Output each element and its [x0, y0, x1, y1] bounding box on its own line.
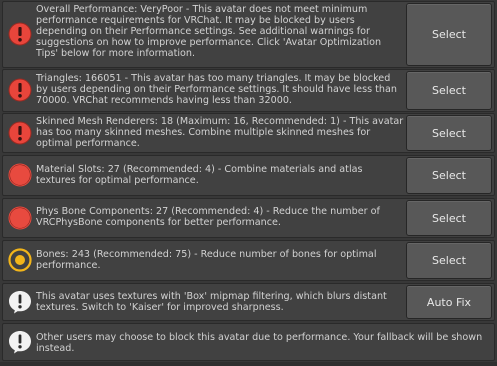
select-button[interactable]: Select — [406, 157, 492, 194]
auto-fix-button[interactable]: Auto Fix — [406, 285, 492, 319]
select-button[interactable]: Select — [406, 242, 492, 279]
error-icon — [8, 121, 32, 145]
warning-message: This avatar uses textures with 'Box' mip… — [36, 291, 387, 313]
medium-icon — [8, 248, 32, 272]
warning-row-bones: Bones: 243 (Recommended: 75) - Reduce nu… — [2, 240, 495, 281]
bottom-divider — [0, 362, 497, 366]
warning-row-skinned-mesh-renderers: Skinned Mesh Renderers: 18 (Maximum: 16,… — [2, 113, 495, 153]
info-message: Other users may choose to block this ava… — [36, 332, 483, 354]
performance-warnings-panel: Overall Performance: VeryPoor - This ava… — [0, 0, 497, 366]
poor-icon — [8, 206, 32, 230]
info-icon — [8, 290, 32, 314]
error-icon — [8, 22, 32, 46]
select-button[interactable]: Select — [406, 71, 492, 110]
warning-message: Phys Bone Components: 27 (Recommended: 4… — [36, 206, 380, 228]
warning-row-overall-performance: Overall Performance: VeryPoor - This ava… — [2, 1, 495, 68]
warning-message: Triangles: 166051 - This avatar has too … — [36, 73, 397, 106]
warning-message: Overall Performance: VeryPoor - This ava… — [36, 4, 382, 59]
info-icon — [8, 330, 32, 354]
warning-message: Material Slots: 27 (Recommended: 4) - Co… — [36, 164, 363, 186]
warning-row-triangles: Triangles: 166051 - This avatar has too … — [2, 69, 495, 112]
select-button[interactable]: Select — [406, 200, 492, 236]
info-row-fallback: Other users may choose to block this ava… — [2, 323, 495, 361]
warning-row-mipmap-filtering: This avatar uses textures with 'Box' mip… — [2, 283, 495, 321]
warning-row-phys-bone-components: Phys Bone Components: 27 (Recommended: 4… — [2, 198, 495, 238]
warning-message: Bones: 243 (Recommended: 75) - Reduce nu… — [36, 249, 377, 271]
poor-icon — [8, 163, 32, 187]
select-button[interactable]: Select — [406, 3, 492, 66]
warning-row-material-slots: Material Slots: 27 (Recommended: 4) - Co… — [2, 155, 495, 196]
select-button[interactable]: Select — [406, 115, 492, 151]
error-icon — [8, 78, 32, 102]
warning-message: Skinned Mesh Renderers: 18 (Maximum: 16,… — [36, 116, 404, 149]
